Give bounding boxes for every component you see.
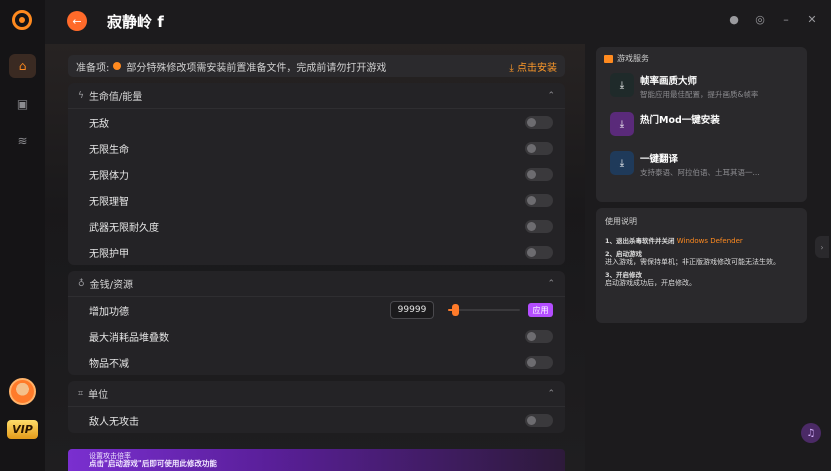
option-row: 武器无限耐久度 [68,213,565,239]
toggle-switch[interactable] [525,219,553,233]
step-text: 启动游戏成功后，开启修改。 [605,279,696,287]
usage-step-1: 1、退出杀毒软件并关闭 Windows Defender [605,237,798,245]
service-item[interactable]: ⤓ 一键翻译支持泰语、阿拉伯语、土耳其语一... [604,151,799,181]
option-row: 无限护甲 [68,239,565,265]
download-icon: ⤓ [610,73,634,97]
option-row: 无限理智 [68,187,565,213]
home-icon[interactable]: ⌂ [9,54,36,78]
chevron-up-icon[interactable]: ⌃ [547,279,555,289]
service-item[interactable]: ⤓ 帧率画质大师智能应用最佳配置，提升画质&帧率 [604,73,799,103]
toggle-switch[interactable] [525,329,553,343]
download-icon: ⤓ [610,112,634,136]
section-title: 金钱/资源 [89,280,133,291]
section-header[interactable]: ϟ 生命值/能量 ⌃ [68,83,565,109]
toggle-switch[interactable] [525,355,553,369]
title-bar: ← 寂静岭 f ● ◎ – ✕ [45,0,831,44]
option-label: 无限护甲 [89,248,129,260]
section-health: ϟ 生命值/能量 ⌃ 无敌 无限生命 无限体力 无限理智 武器无限耐久度 无限护… [68,83,565,265]
option-label: 敌人无攻击 [89,416,139,428]
chevron-up-icon[interactable]: ⌃ [547,389,555,399]
service-desc: 支持泰语、阿拉伯语、土耳其语一... [640,168,760,177]
section-money: ♁ 金钱/资源 ⌃ 增加功德 99999 应用 最大消耗品堆叠数 物品不减 [68,271,565,375]
record-icon[interactable]: ● [727,13,741,26]
merit-value-input[interactable]: 99999 [390,301,434,319]
section-unit: ⌗ 单位 ⌃ 敌人无攻击 [68,381,565,433]
merit-slider[interactable] [448,304,520,316]
coin-icon: ♁ [78,278,85,289]
step-label: 2、启动游戏 [605,250,643,258]
step-label: 1、退出杀毒软件并关闭 [605,237,675,245]
chevron-up-icon[interactable]: ⌃ [547,91,555,101]
apply-button[interactable]: 应用 [528,303,553,317]
step-highlight: Windows Defender [676,237,743,245]
prep-banner: 准备项: 部分特殊修改项需安装前置准备文件，完成前请勿打开游戏 ⤓ 点击安装 [68,55,565,77]
app-logo-icon [12,10,32,30]
option-label: 无敌 [89,118,109,130]
option-label: 最大消耗品堆叠数 [89,332,169,344]
headset-icon[interactable]: ♫ [801,423,821,443]
toggle-switch[interactable] [525,193,553,207]
chevron-right-icon[interactable]: › [815,236,829,258]
settings-icon[interactable]: ◎ [753,13,767,26]
option-label: 无限理智 [89,196,129,208]
game-services-panel: 游戏服务 ⤓ 帧率画质大师智能应用最佳配置，提升画质&帧率 ⤓ 热门Mod一键安… [596,47,807,202]
toggle-switch[interactable] [525,115,553,129]
option-label: 无限生命 [89,144,129,156]
toggle-switch[interactable] [525,167,553,181]
usage-step-3: 3、开启修改 启动游戏成功后，开启修改。 [605,271,798,287]
services-title: 游戏服务 [617,54,649,63]
minimize-icon[interactable]: – [779,13,793,26]
option-row: 无限体力 [68,161,565,187]
section-header[interactable]: ♁ 金钱/资源 ⌃ [68,271,565,297]
prep-label: 准备项: [76,62,110,74]
service-item[interactable]: ⤓ 热门Mod一键安装 [604,112,799,142]
option-label: 无限体力 [89,170,129,182]
section-header[interactable]: ⌗ 单位 ⌃ [68,381,565,407]
gift-icon [604,54,613,63]
promo-banner[interactable]: 设置攻击倍率 点击"启动游戏"后即可使用此修改功能 [68,449,565,471]
service-name: 一键翻译 [640,154,679,165]
avatar[interactable] [9,378,36,405]
usage-instructions-panel: 使用说明 1、退出杀毒软件并关闭 Windows Defender 2、启动游戏… [596,208,807,323]
vip-badge[interactable]: VIP [7,420,38,439]
step-text: 进入游戏，需保持单机；非正版游戏修改可能无法生效。 [605,258,780,266]
gallery-icon[interactable]: ▣ [9,92,36,116]
back-button[interactable]: ← [67,11,87,31]
main-panel: 准备项: 部分特殊修改项需安装前置准备文件，完成前请勿打开游戏 ⤓ 点击安装 ϟ… [68,55,565,433]
left-rail: ⌂ ▣ ≋ VIP [0,0,45,471]
stack-icon[interactable]: ≋ [9,129,36,153]
health-icon: ϟ [78,90,84,101]
service-name: 热门Mod一键安装 [640,115,720,126]
toggle-switch[interactable] [525,245,553,259]
service-desc: 智能应用最佳配置，提升画质&帧率 [640,90,759,99]
step-label: 3、开启修改 [605,271,643,279]
unit-icon: ⌗ [78,388,84,399]
warning-icon [113,62,122,70]
option-row: 无敌 [68,109,565,135]
option-label: 增加功德 [89,306,129,318]
toggle-switch[interactable] [525,141,553,155]
prep-text: 部分特殊修改项需安装前置准备文件，完成前请勿打开游戏 [126,62,387,74]
usage-step-2: 2、启动游戏 进入游戏，需保持单机；非正版游戏修改可能无法生效。 [605,250,798,266]
section-title: 生命值/能量 [88,92,143,103]
option-row: 敌人无攻击 [68,407,565,433]
option-row: 最大消耗品堆叠数 [68,323,565,349]
option-row: 无限生命 [68,135,565,161]
option-label: 武器无限耐久度 [89,222,159,234]
close-icon[interactable]: ✕ [805,13,819,26]
page-title: 寂静岭 f [107,13,164,31]
download-icon: ⤓ [610,151,634,175]
install-button[interactable]: ⤓ 点击安装 [509,59,557,74]
option-label: 物品不减 [89,358,129,370]
toggle-switch[interactable] [525,413,553,427]
install-label: 点击安装 [517,62,557,74]
option-row: 物品不减 [68,349,565,375]
usage-title: 使用说明 [605,217,637,226]
option-row: 增加功德 99999 应用 [68,297,565,323]
section-title: 单位 [88,390,109,401]
promo-line2: 点击"启动游戏"后即可使用此修改功能 [89,459,217,468]
service-name: 帧率画质大师 [640,76,698,87]
